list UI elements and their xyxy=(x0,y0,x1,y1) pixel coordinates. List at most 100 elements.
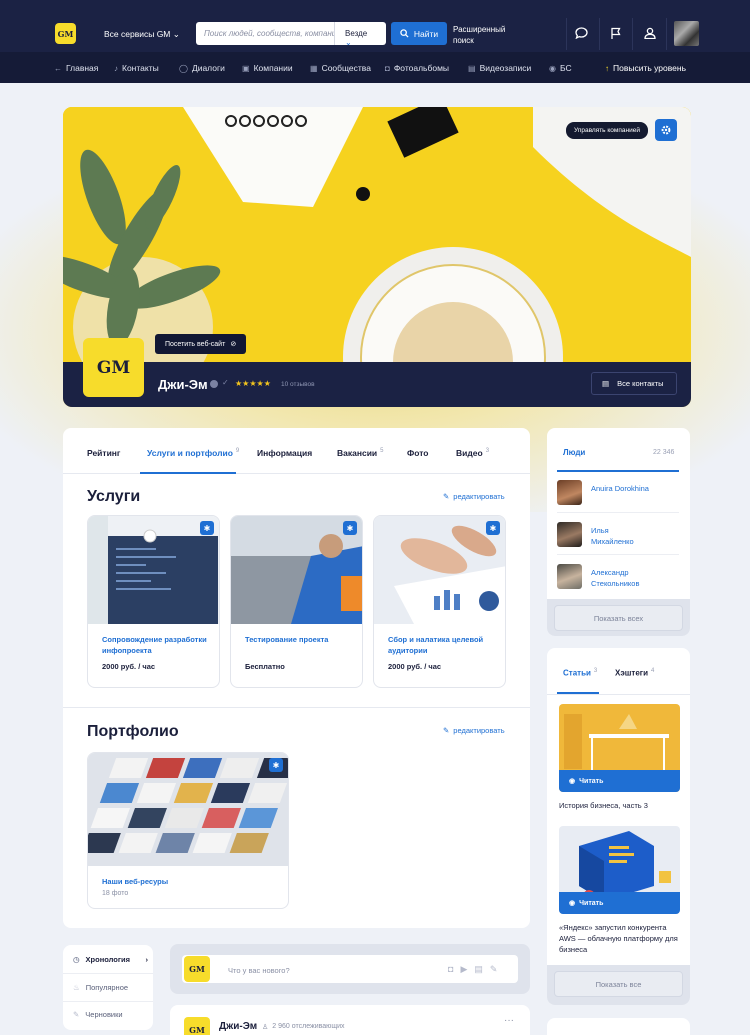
site-logo[interactable]: GM xyxy=(55,23,76,44)
feed-menu-item-popular[interactable]: ♨ Популярное xyxy=(73,983,128,992)
advanced-search-link[interactable]: Расширенный поиск xyxy=(453,24,513,46)
tab-label: Фото xyxy=(407,448,429,458)
company-logo: GM xyxy=(83,338,144,397)
divider xyxy=(632,18,633,50)
divider xyxy=(63,973,153,974)
service-title[interactable]: Сбор и налатика целевой аудитории xyxy=(388,634,498,656)
reviews-link[interactable]: 10 отзывов xyxy=(281,381,315,388)
person-item[interactable]: Anuira Dorokhina xyxy=(557,473,679,513)
composer-actions: ◘ ▶ ▤ ✎ xyxy=(448,964,497,975)
top-bar: GM Все сервисы GM ⌄ Поиск людей, сообщес… xyxy=(0,0,750,52)
tab-rating[interactable]: Рейтинг xyxy=(87,448,120,458)
settings-button[interactable]: ✱ xyxy=(343,521,357,535)
rating-stars: ★★★★★ xyxy=(235,379,271,388)
tab-hashtags[interactable]: Хэштеги 4 xyxy=(615,668,654,678)
read-article-button[interactable]: ◉ Читать xyxy=(559,770,680,792)
settings-button[interactable]: ✱ xyxy=(200,521,214,535)
settings-button[interactable]: ✱ xyxy=(269,758,283,772)
read-article-button[interactable]: ◉ Читать xyxy=(559,892,680,914)
show-all-people-button[interactable]: Показать всех xyxy=(554,605,683,631)
post-author[interactable]: Джи-Эм xyxy=(219,1021,257,1032)
feed-menu-item-timeline[interactable]: ◷ Хронология › xyxy=(73,955,148,964)
nav-item-dialogs[interactable]: ◯ Диалоги xyxy=(179,63,225,73)
person-name[interactable]: Илья Михайленко xyxy=(591,525,641,547)
feed-menu-item-drafts[interactable]: ✎ Черновики xyxy=(73,1010,123,1019)
nav-item-communities[interactable]: ▦ Сообщества xyxy=(310,63,371,73)
nav-item-companies[interactable]: ▣ Компании xyxy=(242,63,293,73)
article-caption[interactable]: История бизнеса, часть 3 xyxy=(559,800,684,811)
portfolio-title: Портфолио xyxy=(87,723,179,740)
avatar[interactable] xyxy=(674,21,699,46)
person-item[interactable]: Илья Михайленко xyxy=(557,515,679,555)
person-name[interactable]: Александр Стекольников xyxy=(591,567,651,589)
feed-menu: ◷ Хронология › ♨ Популярное ✎ Черновики xyxy=(63,945,153,1030)
portfolio-item-title[interactable]: Наши веб-ресуры xyxy=(102,876,212,887)
search-icon xyxy=(400,29,409,38)
video-icon[interactable]: ▶ xyxy=(460,964,467,975)
tab-vacancies[interactable]: Вакансии 5 xyxy=(337,448,384,458)
gear-icon xyxy=(661,125,671,135)
all-contacts-button[interactable]: ▤ Все контакты xyxy=(591,372,677,395)
nav-item-label: Компании xyxy=(253,63,293,73)
verified-icon xyxy=(210,380,218,388)
show-all-articles-button[interactable]: Показать все xyxy=(554,971,683,997)
article-card[interactable]: ◉ Читать xyxy=(559,704,680,792)
feed-menu-label: Хронология xyxy=(85,955,130,964)
edit-services-link[interactable]: ✎ редактировать xyxy=(443,492,505,501)
nav-item-videos[interactable]: ▤ Видеозаписи xyxy=(468,63,531,73)
user-icon[interactable] xyxy=(640,23,660,43)
portfolio-card[interactable]: ✱ Наши веб-ресуры 18 фото xyxy=(87,752,289,909)
portfolio-item-count: 18 фото xyxy=(102,890,129,897)
search-button[interactable]: Найти xyxy=(391,22,447,45)
document-icon[interactable]: ▤ xyxy=(474,964,483,975)
edit-portfolio-link[interactable]: ✎ редактировать xyxy=(443,726,505,735)
people-title[interactable]: Люди xyxy=(563,448,585,457)
tab-articles[interactable]: Статьи 3 xyxy=(563,668,597,678)
coin-icon: ◉ xyxy=(549,63,556,73)
nav-item-contacts[interactable]: ♪ Контакты xyxy=(114,63,159,73)
visit-website-button[interactable]: Посетить веб-сайт ⊘ xyxy=(155,334,247,354)
eye-icon: ◉ xyxy=(569,900,576,907)
eye-icon: ◉ xyxy=(569,778,576,785)
feed-menu-label: Популярное xyxy=(85,983,129,992)
all-services-dropdown[interactable]: Все сервисы GM ⌄ xyxy=(104,29,180,40)
composer-input[interactable]: Что у вас нового? xyxy=(228,966,290,975)
search-input[interactable]: Поиск людей, сообществ, компани... xyxy=(196,22,334,45)
tab-information[interactable]: Информация xyxy=(257,448,312,458)
service-title[interactable]: Тестирование проекта xyxy=(245,634,355,645)
tab-photo[interactable]: Фото xyxy=(407,448,428,458)
show-all-people-bar: Показать всех xyxy=(547,599,690,636)
nav-item-photoalbums[interactable]: ◘ Фотоальбомы xyxy=(385,63,449,73)
settings-button[interactable]: ✱ xyxy=(486,521,500,535)
pencil-icon: ✎ xyxy=(73,1010,80,1019)
link-icon: ⊘ xyxy=(230,341,237,348)
service-card[interactable]: ✱ Сопровождение разработки инфопроекта 2… xyxy=(87,515,220,688)
person-item[interactable]: Александр Стекольников xyxy=(557,557,679,597)
nav-item-label: Контакты xyxy=(122,63,159,73)
flag-icon[interactable] xyxy=(606,23,626,43)
arrow-up-icon: ↑ xyxy=(605,63,609,73)
messages-icon[interactable] xyxy=(571,23,591,43)
search-scope-select[interactable]: Везде ⌄ xyxy=(334,22,386,47)
service-title[interactable]: Сопровождение разработки инфопроекта xyxy=(102,634,212,656)
service-card[interactable]: ✱ Тестирование проекта Бесплатно xyxy=(230,515,363,688)
search-scope-label: Везде xyxy=(345,29,368,38)
nav-item-bs[interactable]: ◉ БС xyxy=(549,63,572,73)
divider xyxy=(566,18,567,50)
person-name[interactable]: Anuira Dorokhina xyxy=(591,483,661,494)
manage-company-tooltip: Управлять компанией xyxy=(566,122,648,139)
more-options-icon[interactable]: ··· xyxy=(504,1015,514,1026)
nav-item-home[interactable]: ← Главная xyxy=(54,63,98,73)
article-card[interactable]: ◉ Читать xyxy=(559,826,680,914)
tab-video[interactable]: Видео 3 xyxy=(456,448,489,458)
upgrade-level-link[interactable]: ↑ Повысить уровень xyxy=(605,63,686,73)
tab-services-portfolio[interactable]: Услуги и портфолио 9 xyxy=(147,448,239,458)
user-icon: ♙ xyxy=(262,1024,269,1031)
manage-company-button[interactable] xyxy=(655,119,677,141)
nav-item-label: Видеозаписи xyxy=(479,63,532,73)
camera-icon[interactable]: ◘ xyxy=(448,964,453,975)
avatar xyxy=(557,522,582,547)
pencil-icon[interactable]: ✎ xyxy=(490,964,498,975)
service-card[interactable]: ✱ Сбор и налатика целевой аудитории 2000… xyxy=(373,515,506,688)
article-caption[interactable]: «Яндекс» запустил конкурента AWS — облач… xyxy=(559,922,684,955)
